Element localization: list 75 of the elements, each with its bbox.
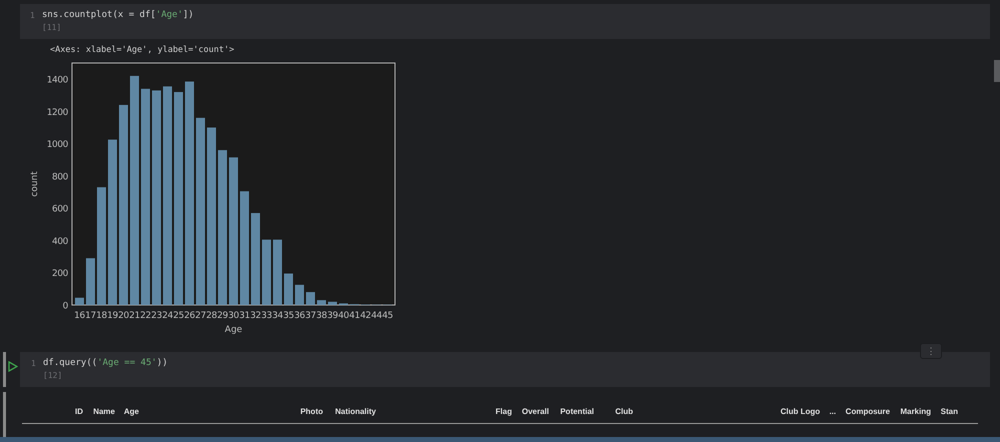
x-tick-label: 16 [74, 311, 85, 321]
x-tick-label: 37 [305, 311, 316, 321]
y-tick-label: 1400 [46, 76, 68, 86]
scrollbar-thumb[interactable] [994, 60, 1000, 82]
y-tick-label: 1200 [46, 108, 68, 118]
column-header: Club [614, 407, 633, 418]
x-tick-label: 39 [327, 311, 338, 321]
x-tick-label: 30 [228, 311, 239, 321]
bar [273, 240, 282, 305]
column-header: Club Logo [779, 407, 820, 418]
bar [86, 258, 95, 305]
bar [295, 284, 304, 305]
x-tick-label: 28 [206, 311, 217, 321]
run-icon[interactable] [8, 361, 18, 372]
x-tick-label: 45 [382, 311, 393, 321]
y-tick-label: 600 [52, 204, 68, 215]
bar [328, 302, 337, 305]
column-header: ... [828, 407, 836, 418]
x-tick-label: 31 [239, 311, 250, 321]
bar [262, 240, 271, 305]
x-tick-label: 33 [261, 311, 272, 321]
x-tick-label: 32 [250, 311, 261, 321]
code-cell[interactable]: 1 df.query(('Age == 45')) [12] [20, 352, 990, 387]
column-header: Name [92, 407, 115, 418]
cell-focus-bar [3, 352, 6, 387]
x-tick-label: 19 [107, 311, 118, 321]
x-tick-label: 35 [283, 311, 294, 321]
column-header: ID [74, 407, 83, 418]
x-tick-label: 27 [195, 311, 206, 321]
x-tick-label: 26 [184, 311, 195, 321]
bar [317, 300, 326, 305]
x-tick-label: 20 [118, 311, 129, 321]
x-tick-label: 41 [349, 311, 360, 321]
x-tick-label: 18 [96, 311, 107, 321]
column-header: Stan [940, 407, 958, 418]
x-tick-label: 42 [360, 311, 371, 321]
x-tick-label: 21 [129, 311, 140, 321]
y-tick-label: 200 [52, 269, 68, 280]
code-line: df.query(('Age == 45')) [43, 357, 168, 368]
column-header: Composure [844, 407, 890, 418]
column-header: Overall [520, 407, 549, 418]
bar [284, 274, 293, 305]
x-tick-label: 25 [173, 311, 184, 321]
code-line: sns.countplot(x = df['Age']) [42, 9, 194, 20]
column-header: Photo [299, 407, 323, 418]
column-header: Age [122, 407, 139, 418]
more-button[interactable]: ⋮ [920, 343, 942, 359]
y-tick-label: 1000 [46, 140, 68, 150]
x-tick-label: 23 [151, 311, 162, 321]
execution-count: [12] [43, 371, 64, 380]
y-tick-label: 800 [52, 172, 68, 182]
y-axis-label: count [30, 171, 40, 197]
column-header: Marking [899, 407, 931, 418]
x-tick-label: 34 [272, 311, 283, 321]
column-header: Potential [559, 407, 594, 418]
execution-count: [11] [42, 23, 62, 32]
bar [306, 292, 315, 305]
x-tick-label: 29 [217, 311, 228, 321]
x-tick-label: 38 [316, 311, 327, 321]
x-tick-label: 24 [162, 311, 173, 321]
bar [75, 298, 84, 305]
x-axis-label: Age [224, 325, 242, 335]
x-tick-label: 17 [85, 311, 96, 321]
line-number: 1 [31, 358, 37, 370]
y-tick-label: 0 [62, 302, 68, 312]
output-text: <Axes: xlabel='Age', ylabel='count'> [50, 45, 236, 55]
x-tick-label: 40 [338, 311, 349, 321]
x-tick-label: 22 [140, 311, 151, 321]
column-header: Nationality [334, 407, 376, 418]
line-number: 1 [30, 10, 36, 22]
y-tick-label: 400 [52, 236, 68, 247]
code-cell[interactable]: 1 sns.countplot(x = df['Age']) [11] [20, 4, 990, 39]
column-header: Flag [494, 407, 512, 418]
x-tick-label: 44 [371, 311, 382, 321]
x-tick-label: 36 [294, 311, 305, 321]
